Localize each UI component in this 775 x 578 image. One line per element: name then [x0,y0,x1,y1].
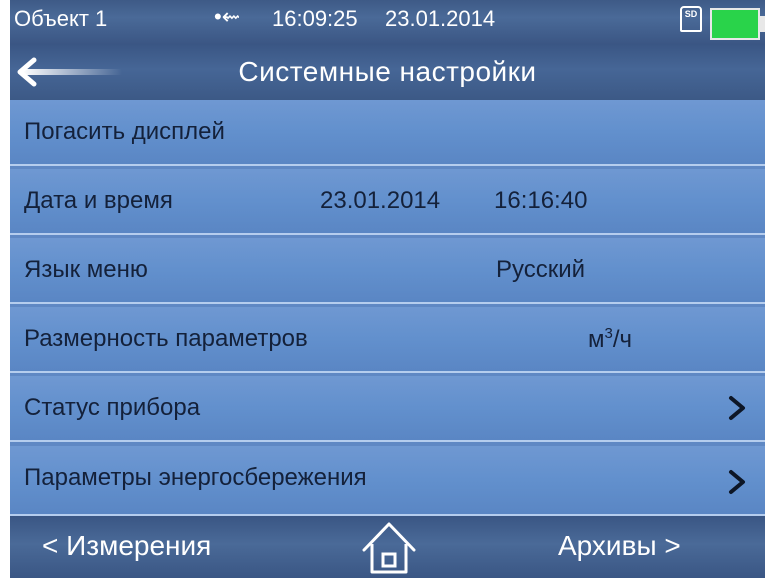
home-icon [362,522,416,574]
status-date: 23.01.2014 [385,6,496,31]
datetime-date: 23.01.2014 [320,187,441,214]
language-label: Язык меню [24,256,148,283]
status-bar: Объект 1 •⇜ 16:09:25 23.01.2014 SD [10,0,765,44]
battery-tip [760,16,765,32]
energy-saving-label: Параметры энергосбережения [24,464,367,491]
display-off-row[interactable]: Погасить дисплей [10,100,765,166]
archives-button[interactable]: Архивы > [558,530,681,562]
usb-icon: •⇜ [214,4,241,29]
chevron-right-icon [729,470,745,494]
display-off-label: Погасить дисплей [24,118,225,145]
status-time: 16:09:25 [272,6,358,31]
sd-label: SD [684,9,698,19]
object-label: Объект 1 [14,6,108,31]
units-value: м3/ч [588,325,632,354]
language-value: Русский [496,256,586,283]
battery-icon [710,8,760,40]
chevron-right-icon [729,396,745,420]
datetime-row[interactable]: Дата и время 23.01.2014 16:16:40 [10,169,765,235]
units-label: Размерность параметров [24,325,308,352]
energy-saving-row[interactable]: Параметры энергосбережения [10,446,765,516]
device-status-row[interactable]: Статус прибора [10,376,765,442]
bottom-nav: < Измерения Архивы > [10,516,765,578]
units-value-exp: 3 [604,325,613,342]
device-screen: Объект 1 •⇜ 16:09:25 23.01.2014 SD Систе… [10,0,765,578]
measurements-button[interactable]: < Измерения [42,530,211,562]
units-row[interactable]: Размерность параметров м3/ч [10,307,765,373]
units-value-base: м [588,326,605,353]
datetime-time: 16:16:40 [494,187,588,214]
home-button[interactable] [354,518,424,576]
sd-card-icon: SD [680,6,702,32]
datetime-label: Дата и время [24,187,173,214]
page-title: Системные настройки [238,56,537,87]
device-status-label: Статус прибора [24,394,201,421]
title-bar: Системные настройки [10,44,765,100]
units-value-tail: /ч [612,326,633,353]
language-row[interactable]: Язык меню Русский [10,238,765,304]
